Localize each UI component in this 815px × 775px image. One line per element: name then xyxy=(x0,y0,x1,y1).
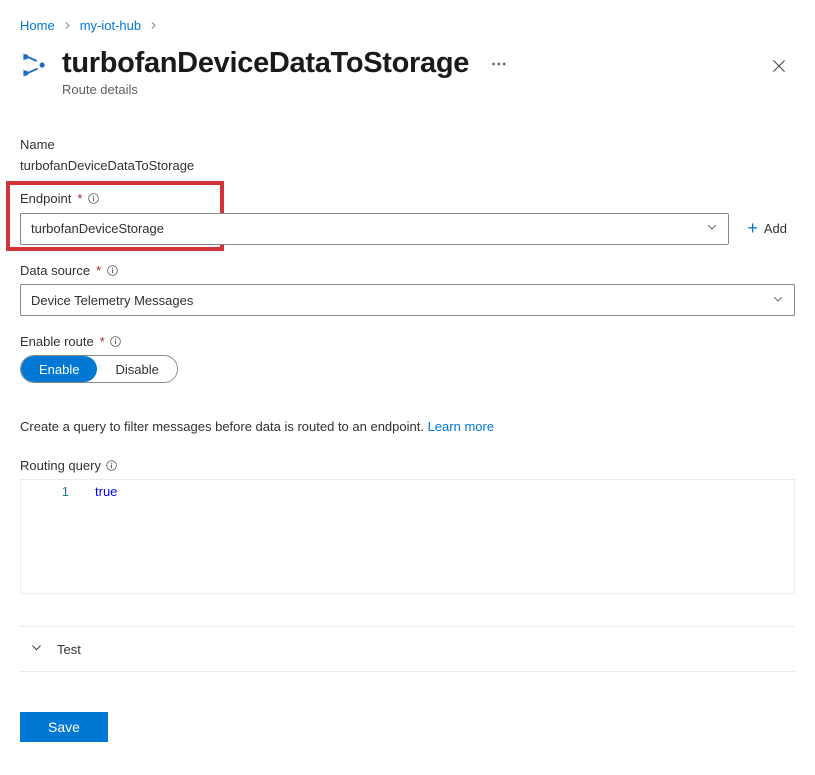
learn-more-link[interactable]: Learn more xyxy=(428,419,494,434)
save-button[interactable]: Save xyxy=(20,712,108,742)
data-source-value: Device Telemetry Messages xyxy=(31,293,772,308)
chevron-right-icon xyxy=(149,19,158,33)
data-source-select[interactable]: Device Telemetry Messages xyxy=(20,284,795,316)
enable-route-field: Enable route * Enable Disable xyxy=(20,334,795,383)
routing-query-label: Routing query xyxy=(20,458,795,473)
enable-route-toggle: Enable Disable xyxy=(20,355,178,383)
add-endpoint-button[interactable]: + Add xyxy=(739,212,795,245)
divider xyxy=(20,671,795,672)
enable-route-label: Enable route * xyxy=(20,334,795,349)
chevron-down-icon xyxy=(772,293,784,308)
name-label: Name xyxy=(20,137,795,152)
endpoint-field: Endpoint * turbofanDeviceStorage + Add xyxy=(20,191,795,245)
test-label: Test xyxy=(57,642,81,657)
info-icon[interactable] xyxy=(86,192,100,206)
breadcrumb-hub[interactable]: my-iot-hub xyxy=(80,18,141,33)
breadcrumb: Home my-iot-hub xyxy=(20,18,795,33)
routing-query-editor[interactable]: 1 true xyxy=(20,479,795,594)
endpoint-select[interactable]: turbofanDeviceStorage xyxy=(20,213,729,245)
required-indicator: * xyxy=(100,334,105,349)
required-indicator: * xyxy=(77,191,82,206)
breadcrumb-home[interactable]: Home xyxy=(20,18,55,33)
test-expander[interactable]: Test xyxy=(20,627,795,671)
info-icon[interactable] xyxy=(105,459,119,473)
endpoint-label: Endpoint * xyxy=(20,191,795,206)
close-button[interactable] xyxy=(763,51,795,86)
routing-query-field: Routing query 1 true xyxy=(20,458,795,594)
route-icon xyxy=(20,51,48,82)
page-title: turbofanDeviceDataToStorage ⋯ xyxy=(62,47,749,80)
data-source-label: Data source * xyxy=(20,263,795,278)
code-content: true xyxy=(81,480,794,593)
filter-help-text: Create a query to filter messages before… xyxy=(20,419,795,434)
endpoint-value: turbofanDeviceStorage xyxy=(31,221,706,236)
more-actions-button[interactable]: ⋯ xyxy=(491,54,507,74)
chevron-down-icon xyxy=(30,641,43,657)
info-icon[interactable] xyxy=(105,264,119,278)
page-subtitle: Route details xyxy=(62,82,749,97)
data-source-field: Data source * Device Telemetry Messages xyxy=(20,263,795,316)
plus-icon: + xyxy=(747,218,758,239)
required-indicator: * xyxy=(96,263,101,278)
page-header: turbofanDeviceDataToStorage ⋯ Route deta… xyxy=(20,47,795,97)
enable-option[interactable]: Enable xyxy=(21,356,97,382)
chevron-right-icon xyxy=(63,19,72,33)
name-value: turbofanDeviceDataToStorage xyxy=(20,158,795,173)
disable-option[interactable]: Disable xyxy=(97,356,176,382)
chevron-down-icon xyxy=(706,221,718,236)
line-number-gutter: 1 xyxy=(21,480,81,593)
name-field: Name turbofanDeviceDataToStorage xyxy=(20,137,795,173)
info-icon[interactable] xyxy=(109,335,123,349)
